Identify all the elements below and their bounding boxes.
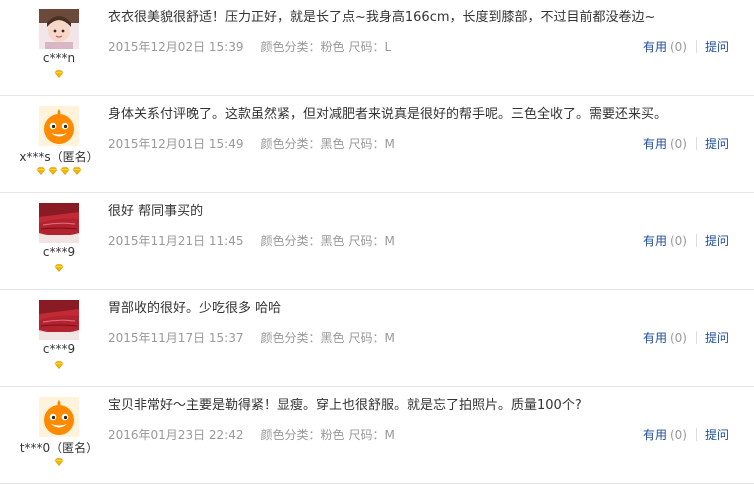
review-content: 身体关系付评晚了。这款虽然紧，但对减肥者来说真是很好的帮手呢。三色全收了。需要还… bbox=[108, 107, 668, 122]
review-divider bbox=[0, 95, 754, 96]
color-spec: 颜色分类：黑色 bbox=[260, 234, 345, 248]
buyer-rank-gem-icon bbox=[54, 264, 64, 272]
review-meta: 2015年11月17日 15:37 颜色分类：黑色 尺码：M bbox=[108, 330, 395, 346]
buyer-rank-gem-icon bbox=[72, 167, 82, 175]
review-content: 很好 帮同事买的 bbox=[108, 204, 204, 219]
review-actions: 有用 (0) 提问 bbox=[643, 427, 729, 443]
reviewer-nickname: c***9 bbox=[42, 342, 76, 356]
actions-divider bbox=[695, 137, 697, 150]
buyer-rank-gem-icon bbox=[36, 167, 46, 175]
useful-count: (0) bbox=[669, 234, 687, 248]
review-date: 2015年12月01日 15:49 bbox=[108, 137, 244, 151]
reviewer-avatar[interactable] bbox=[39, 106, 79, 146]
ask-question-button[interactable]: 提问 bbox=[705, 331, 729, 345]
review-date: 2015年12月02日 15:39 bbox=[108, 40, 244, 54]
review-content: 胃部收的很好。少吃很多 哈哈 bbox=[108, 301, 282, 316]
buyer-rank bbox=[0, 167, 118, 179]
buyer-rank-gem-icon bbox=[54, 361, 64, 369]
ask-question-button[interactable]: 提问 bbox=[705, 234, 729, 248]
color-spec: 颜色分类：黑色 bbox=[260, 137, 345, 151]
useful-count: (0) bbox=[669, 137, 687, 151]
buyer-rank bbox=[0, 70, 118, 82]
size-spec: 尺码：M bbox=[348, 137, 395, 151]
actions-divider bbox=[695, 331, 697, 344]
useful-count: (0) bbox=[669, 428, 687, 442]
size-spec: 尺码：L bbox=[348, 40, 392, 54]
review-item: c***n 衣衣很美貌很舒适！压力正好，就是长了点~我身高166cm，长度到膝部，… bbox=[0, 0, 754, 96]
buyer-rank-gem-icon bbox=[54, 70, 64, 78]
reviewer-avatar[interactable] bbox=[39, 9, 79, 49]
color-spec: 颜色分类：黑色 bbox=[260, 331, 345, 345]
review-date: 2015年11月17日 15:37 bbox=[108, 331, 244, 345]
reviewer-avatar[interactable] bbox=[39, 397, 79, 437]
buyer-rank-gem-icon bbox=[48, 167, 58, 175]
reviewer-nickname: c***n bbox=[42, 51, 76, 65]
ask-question-button[interactable]: 提问 bbox=[705, 137, 729, 151]
review-item: c***9 胃部收的很好。少吃很多 哈哈 2015年11月17日 15:37 颜色分类… bbox=[0, 291, 754, 387]
buyer-rank bbox=[0, 458, 118, 470]
useful-count: (0) bbox=[669, 40, 687, 54]
size-spec: 尺码：M bbox=[348, 331, 395, 345]
actions-divider bbox=[695, 234, 697, 247]
review-meta: 2015年12月01日 15:49 颜色分类：黑色 尺码：M bbox=[108, 136, 395, 152]
reviewer-nickname: t***0（匿名） bbox=[19, 441, 99, 455]
buyer-rank-gem-icon bbox=[60, 167, 70, 175]
size-spec: 尺码：M bbox=[348, 234, 395, 248]
review-actions: 有用 (0) 提问 bbox=[643, 39, 729, 55]
buyer-rank bbox=[0, 361, 118, 373]
review-meta: 2015年11月21日 11:45 颜色分类：黑色 尺码：M bbox=[108, 233, 395, 249]
review-actions: 有用 (0) 提问 bbox=[643, 136, 729, 152]
useful-button[interactable]: 有用 bbox=[643, 40, 667, 54]
review-divider bbox=[0, 386, 754, 387]
color-spec: 颜色分类：粉色 bbox=[260, 428, 345, 442]
review-divider bbox=[0, 192, 754, 193]
review-content: 宝贝非常好～主要是勒得紧！显瘦。穿上也很舒服。就是忘了拍照片。质量100个? bbox=[108, 398, 582, 413]
buyer-rank bbox=[0, 264, 118, 276]
reviewer-nickname: c***9 bbox=[42, 245, 76, 259]
review-date: 2015年11月21日 11:45 bbox=[108, 234, 244, 248]
actions-divider bbox=[695, 40, 697, 53]
reviewer-avatar[interactable] bbox=[39, 203, 79, 243]
useful-count: (0) bbox=[669, 331, 687, 345]
review-meta: 2016年01月23日 22:42 颜色分类：粉色 尺码：M bbox=[108, 427, 395, 443]
ask-question-button[interactable]: 提问 bbox=[705, 428, 729, 442]
reviewer-nickname: x***s（匿名） bbox=[19, 150, 99, 164]
buyer-rank-gem-icon bbox=[54, 458, 64, 466]
review-date: 2016年01月23日 22:42 bbox=[108, 428, 244, 442]
useful-button[interactable]: 有用 bbox=[643, 428, 667, 442]
review-content: 衣衣很美貌很舒适！压力正好，就是长了点~我身高166cm，长度到膝部，不过目前都… bbox=[108, 10, 656, 25]
review-meta: 2015年12月02日 15:39 颜色分类：粉色 尺码：L bbox=[108, 39, 391, 55]
useful-button[interactable]: 有用 bbox=[643, 331, 667, 345]
ask-question-button[interactable]: 提问 bbox=[705, 40, 729, 54]
review-divider bbox=[0, 289, 754, 290]
actions-divider bbox=[695, 428, 697, 441]
color-spec: 颜色分类：粉色 bbox=[260, 40, 345, 54]
review-item: t***0（匿名） 宝贝非常好～主要是勒得紧！显瘦。穿上也很舒服。就是忘了拍照片。… bbox=[0, 388, 754, 484]
useful-button[interactable]: 有用 bbox=[643, 234, 667, 248]
reviewer-avatar[interactable] bbox=[39, 300, 79, 340]
size-spec: 尺码：M bbox=[348, 428, 395, 442]
review-item: x***s（匿名） 身体关系付评晚了。这款虽然紧，但对减肥者来说真是很好的帮手呢。… bbox=[0, 97, 754, 193]
review-item: c***9 很好 帮同事买的 2015年11月21日 11:45 颜色分类：黑色 尺码：… bbox=[0, 194, 754, 290]
review-actions: 有用 (0) 提问 bbox=[643, 233, 729, 249]
review-actions: 有用 (0) 提问 bbox=[643, 330, 729, 346]
useful-button[interactable]: 有用 bbox=[643, 137, 667, 151]
